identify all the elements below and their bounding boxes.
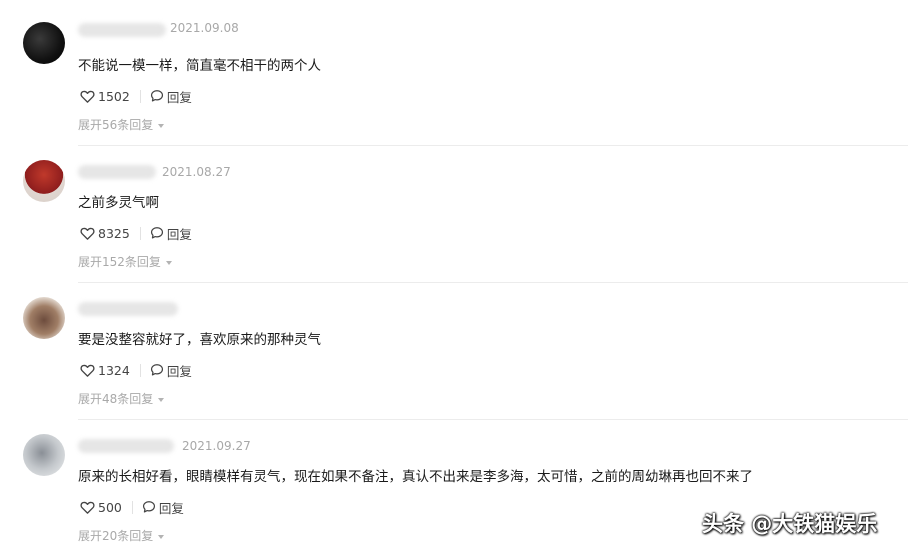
divider xyxy=(139,89,141,103)
comment-item: 2021.08.27 之前多灵气啊 8325 回复 展开152条回复 xyxy=(0,146,908,283)
like-count[interactable]: 500 xyxy=(98,500,122,515)
divider xyxy=(139,226,141,240)
comment-bubble-icon[interactable] xyxy=(150,226,164,240)
comment-item: 2021.09.08 不能说一模一样，简直毫不相干的两个人 1502 回复 展开… xyxy=(0,0,908,146)
expand-replies-link[interactable]: 展开20条回复 xyxy=(78,527,165,544)
username-blurred[interactable] xyxy=(78,302,178,316)
comment-actions: 1502 回复 xyxy=(80,87,192,105)
avatar[interactable] xyxy=(23,160,65,202)
expand-replies-link[interactable]: 展开152条回复 xyxy=(78,253,172,270)
expand-replies-label: 展开20条回复 xyxy=(78,529,154,543)
comment-actions: 8325 回复 xyxy=(80,224,192,242)
expand-replies-label: 展开56条回复 xyxy=(78,118,154,132)
avatar[interactable] xyxy=(23,297,65,339)
username-blurred[interactable] xyxy=(78,23,166,37)
heart-icon[interactable] xyxy=(80,226,95,241)
avatar[interactable] xyxy=(23,22,65,64)
comment-text: 不能说一模一样，简直毫不相干的两个人 xyxy=(78,58,321,74)
username-blurred[interactable] xyxy=(78,165,156,179)
reply-button[interactable]: 回复 xyxy=(159,498,184,517)
reply-button[interactable]: 回复 xyxy=(167,224,192,243)
heart-icon[interactable] xyxy=(80,89,95,104)
username-blurred[interactable] xyxy=(78,439,174,453)
comment-bubble-icon[interactable] xyxy=(142,500,156,514)
comment-actions: 1324 回复 xyxy=(80,361,192,379)
watermark: 头条 @大铁猫娱乐 xyxy=(702,512,878,536)
comment-bubble-icon[interactable] xyxy=(150,89,164,103)
divider xyxy=(131,500,133,514)
comment-date: 2021.08.27 xyxy=(162,165,231,179)
reply-button[interactable]: 回复 xyxy=(167,87,192,106)
comment-date: 2021.09.27 xyxy=(182,439,251,453)
heart-icon[interactable] xyxy=(80,363,95,378)
caret-down-icon xyxy=(158,534,165,539)
caret-down-icon xyxy=(165,260,172,265)
caret-down-icon xyxy=(158,123,165,128)
comment-actions: 500 回复 xyxy=(80,498,184,516)
like-count[interactable]: 8325 xyxy=(98,226,130,241)
like-count[interactable]: 1324 xyxy=(98,363,130,378)
heart-icon[interactable] xyxy=(80,500,95,515)
comment-bubble-icon[interactable] xyxy=(150,363,164,377)
reply-button[interactable]: 回复 xyxy=(167,361,192,380)
comment-text: 要是没整容就好了，喜欢原来的那种灵气 xyxy=(78,332,321,348)
comment-item: 要是没整容就好了，喜欢原来的那种灵气 1324 回复 展开48条回复 xyxy=(0,283,908,420)
comment-text: 之前多灵气啊 xyxy=(78,195,159,211)
expand-replies-link[interactable]: 展开48条回复 xyxy=(78,390,165,407)
divider xyxy=(139,363,141,377)
comment-text: 原来的长相好看，眼睛模样有灵气，现在如果不备注，真认不出来是李多海，太可惜，之前… xyxy=(78,469,753,485)
expand-replies-label: 展开48条回复 xyxy=(78,392,154,406)
comment-date: 2021.09.08 xyxy=(170,21,239,35)
expand-replies-label: 展开152条回复 xyxy=(78,255,161,269)
expand-replies-link[interactable]: 展开56条回复 xyxy=(78,116,165,133)
caret-down-icon xyxy=(158,397,165,402)
avatar[interactable] xyxy=(23,434,65,476)
like-count[interactable]: 1502 xyxy=(98,89,130,104)
